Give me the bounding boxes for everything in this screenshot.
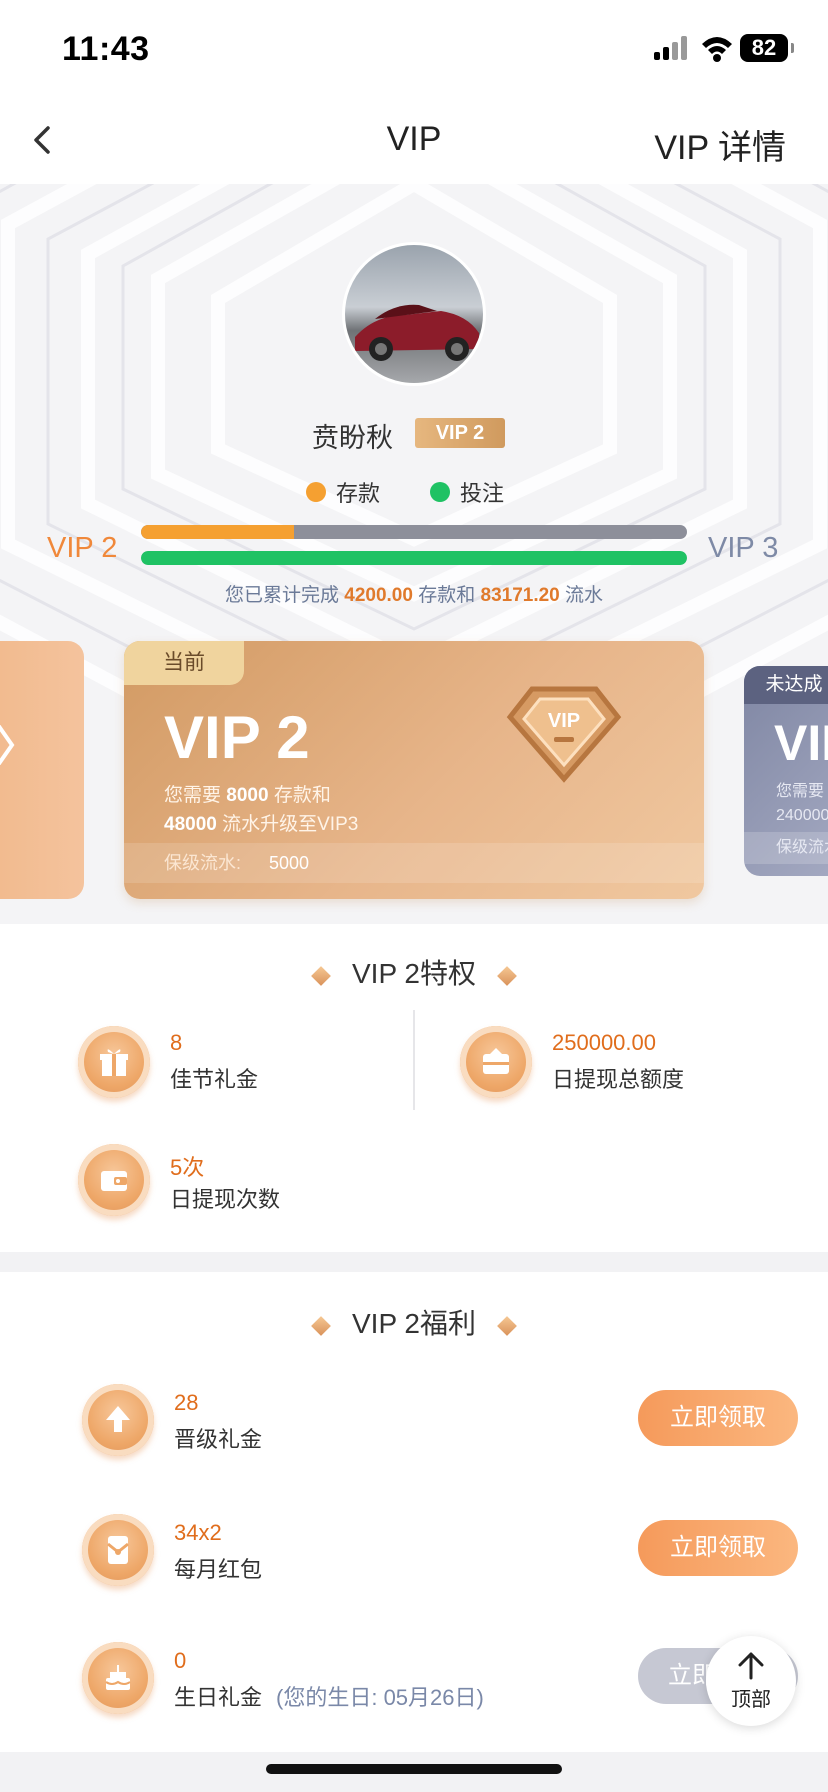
avatar[interactable] (342, 242, 486, 386)
card-keep-level: 保级流水: 5000 (124, 843, 704, 883)
claim-levelup-button[interactable]: 立即领取 (638, 1390, 798, 1446)
card-requirement: 您需要 8000 存款和 48000 流水升级至VIP3 (164, 785, 359, 835)
arrow-up-icon (738, 1652, 764, 1680)
vip-hero: 贲盼秋 VIP 2 存款 投注 VIP 2 VIP 3 您已累计完成 4200.… (0, 184, 828, 924)
deposit-progress-fill (141, 525, 294, 539)
svg-text:VIP: VIP (548, 710, 580, 732)
diamond-icon (0, 725, 15, 765)
card-requirement: 您需要 240000 (776, 783, 828, 824)
card-level: VII (774, 715, 828, 771)
vip-level-badge: VIP 2 (415, 418, 505, 448)
vip-card-current[interactable]: 当前 VIP 2 VIP 您需要 8000 存款和 48000 流水升级至VIP… (124, 641, 704, 899)
car-avatar-image (355, 304, 479, 361)
benefit-label: 生日礼金 (您的生日: 05月26日) (174, 1685, 484, 1710)
gift-icon (78, 1026, 150, 1098)
diamond-icon (497, 965, 517, 986)
current-tag: 当前 (124, 641, 244, 685)
back-arrow-icon[interactable] (28, 122, 58, 158)
privileges-title: VIP 2特权 (0, 952, 828, 992)
battery-icon: 82 (740, 34, 794, 62)
benefit-value: 0 (174, 1648, 187, 1673)
progress-summary: 您已累计完成 4200.00 存款和 83171.20 流水 (224, 585, 604, 606)
current-level-label: VIP 2 (47, 532, 118, 564)
divider (413, 1010, 415, 1110)
claim-monthly-button[interactable]: 立即领取 (638, 1520, 798, 1576)
wifi-icon (702, 37, 732, 62)
birthday-cake-icon (82, 1642, 154, 1714)
back-to-top-label: 顶部 (731, 1689, 771, 1711)
benefit-label: 每月红包 (174, 1557, 263, 1582)
cellular-signal-icon (654, 36, 690, 60)
level-up-icon (82, 1384, 154, 1456)
status-bar: 11:43 82 (0, 0, 828, 92)
wallet-icon (78, 1144, 150, 1216)
benefit-value: 34x2 (174, 1520, 222, 1545)
bet-dot-icon (430, 482, 450, 502)
bet-progress-bar (141, 551, 687, 565)
home-indicator (266, 1764, 562, 1774)
vip-diamond-icon: VIP (506, 686, 622, 783)
privilege-label: 日提现次数 (170, 1187, 281, 1212)
privilege-value: 8 (170, 1030, 183, 1055)
diamond-icon (311, 965, 331, 986)
legend-deposit: 存款 (306, 476, 380, 508)
deposit-dot-icon (306, 482, 326, 502)
benefits-title: VIP 2福利 (0, 1302, 828, 1342)
privilege-value: 250000.00 (552, 1030, 656, 1055)
birthday-note: (您的生日: 05月26日) (276, 1685, 484, 1710)
benefits-section: VIP 2福利 28 晋级礼金 立即领取 34x2 每月红包 立即领取 0 生日… (0, 1272, 828, 1752)
deposit-amount: 4200.00 (344, 585, 413, 606)
deposit-progress-bar (141, 525, 687, 539)
diamond-icon (497, 1315, 517, 1336)
red-envelope-icon (82, 1514, 154, 1586)
benefit-value: 28 (174, 1390, 199, 1415)
privilege-value: 5次 (170, 1155, 205, 1180)
nav-bar: VIP VIP 详情 (0, 92, 828, 184)
privilege-label: 佳节礼金 (170, 1067, 259, 1092)
vip-card-previous[interactable] (0, 641, 84, 899)
username: 贲盼秋 (312, 423, 393, 453)
status-time: 11:43 (62, 30, 150, 68)
not-reached-tag: 未达成 (744, 666, 828, 704)
legend-label: 投注 (460, 481, 505, 506)
bet-progress-fill (141, 551, 687, 565)
legend-bet: 投注 (430, 476, 504, 508)
privilege-label: 日提现总额度 (552, 1067, 685, 1092)
next-level-label: VIP 3 (708, 532, 779, 564)
privileges-section: VIP 2特权 8 佳节礼金 250000.00 日提现总额度 5次 日提现次数 (0, 924, 828, 1252)
back-to-top-button[interactable]: 顶部 (706, 1636, 796, 1726)
card-level: VIP 2 (164, 704, 310, 771)
vip-details-link[interactable]: VIP 详情 (654, 120, 786, 169)
turnover-amount: 83171.20 (480, 585, 560, 606)
benefit-label: 晋级礼金 (174, 1427, 263, 1452)
legend-label: 存款 (336, 481, 381, 506)
card-keep-level: 保级流水 (744, 832, 828, 864)
vip-card-next[interactable]: 未达成 VII 您需要240000 保级流水 (744, 666, 828, 876)
diamond-icon (311, 1315, 331, 1336)
withdraw-limit-icon (460, 1026, 532, 1098)
